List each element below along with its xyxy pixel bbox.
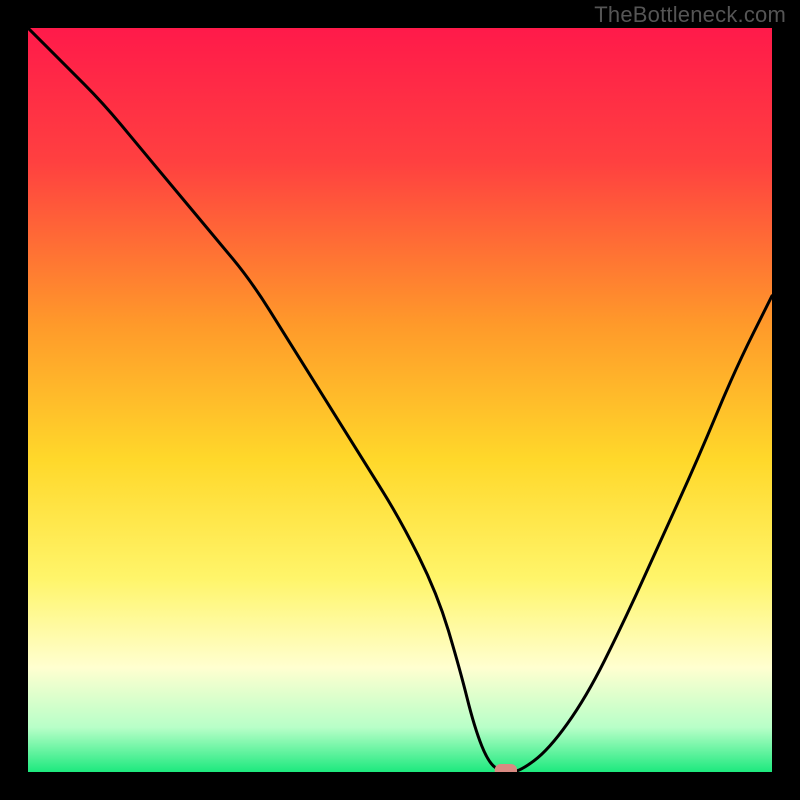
- watermark-label: TheBottleneck.com: [594, 2, 786, 28]
- gradient-background: [28, 28, 772, 772]
- bottleneck-curve-chart: [28, 28, 772, 772]
- plot-area: [28, 28, 772, 772]
- chart-frame: TheBottleneck.com: [0, 0, 800, 800]
- optimal-marker: [495, 764, 517, 772]
